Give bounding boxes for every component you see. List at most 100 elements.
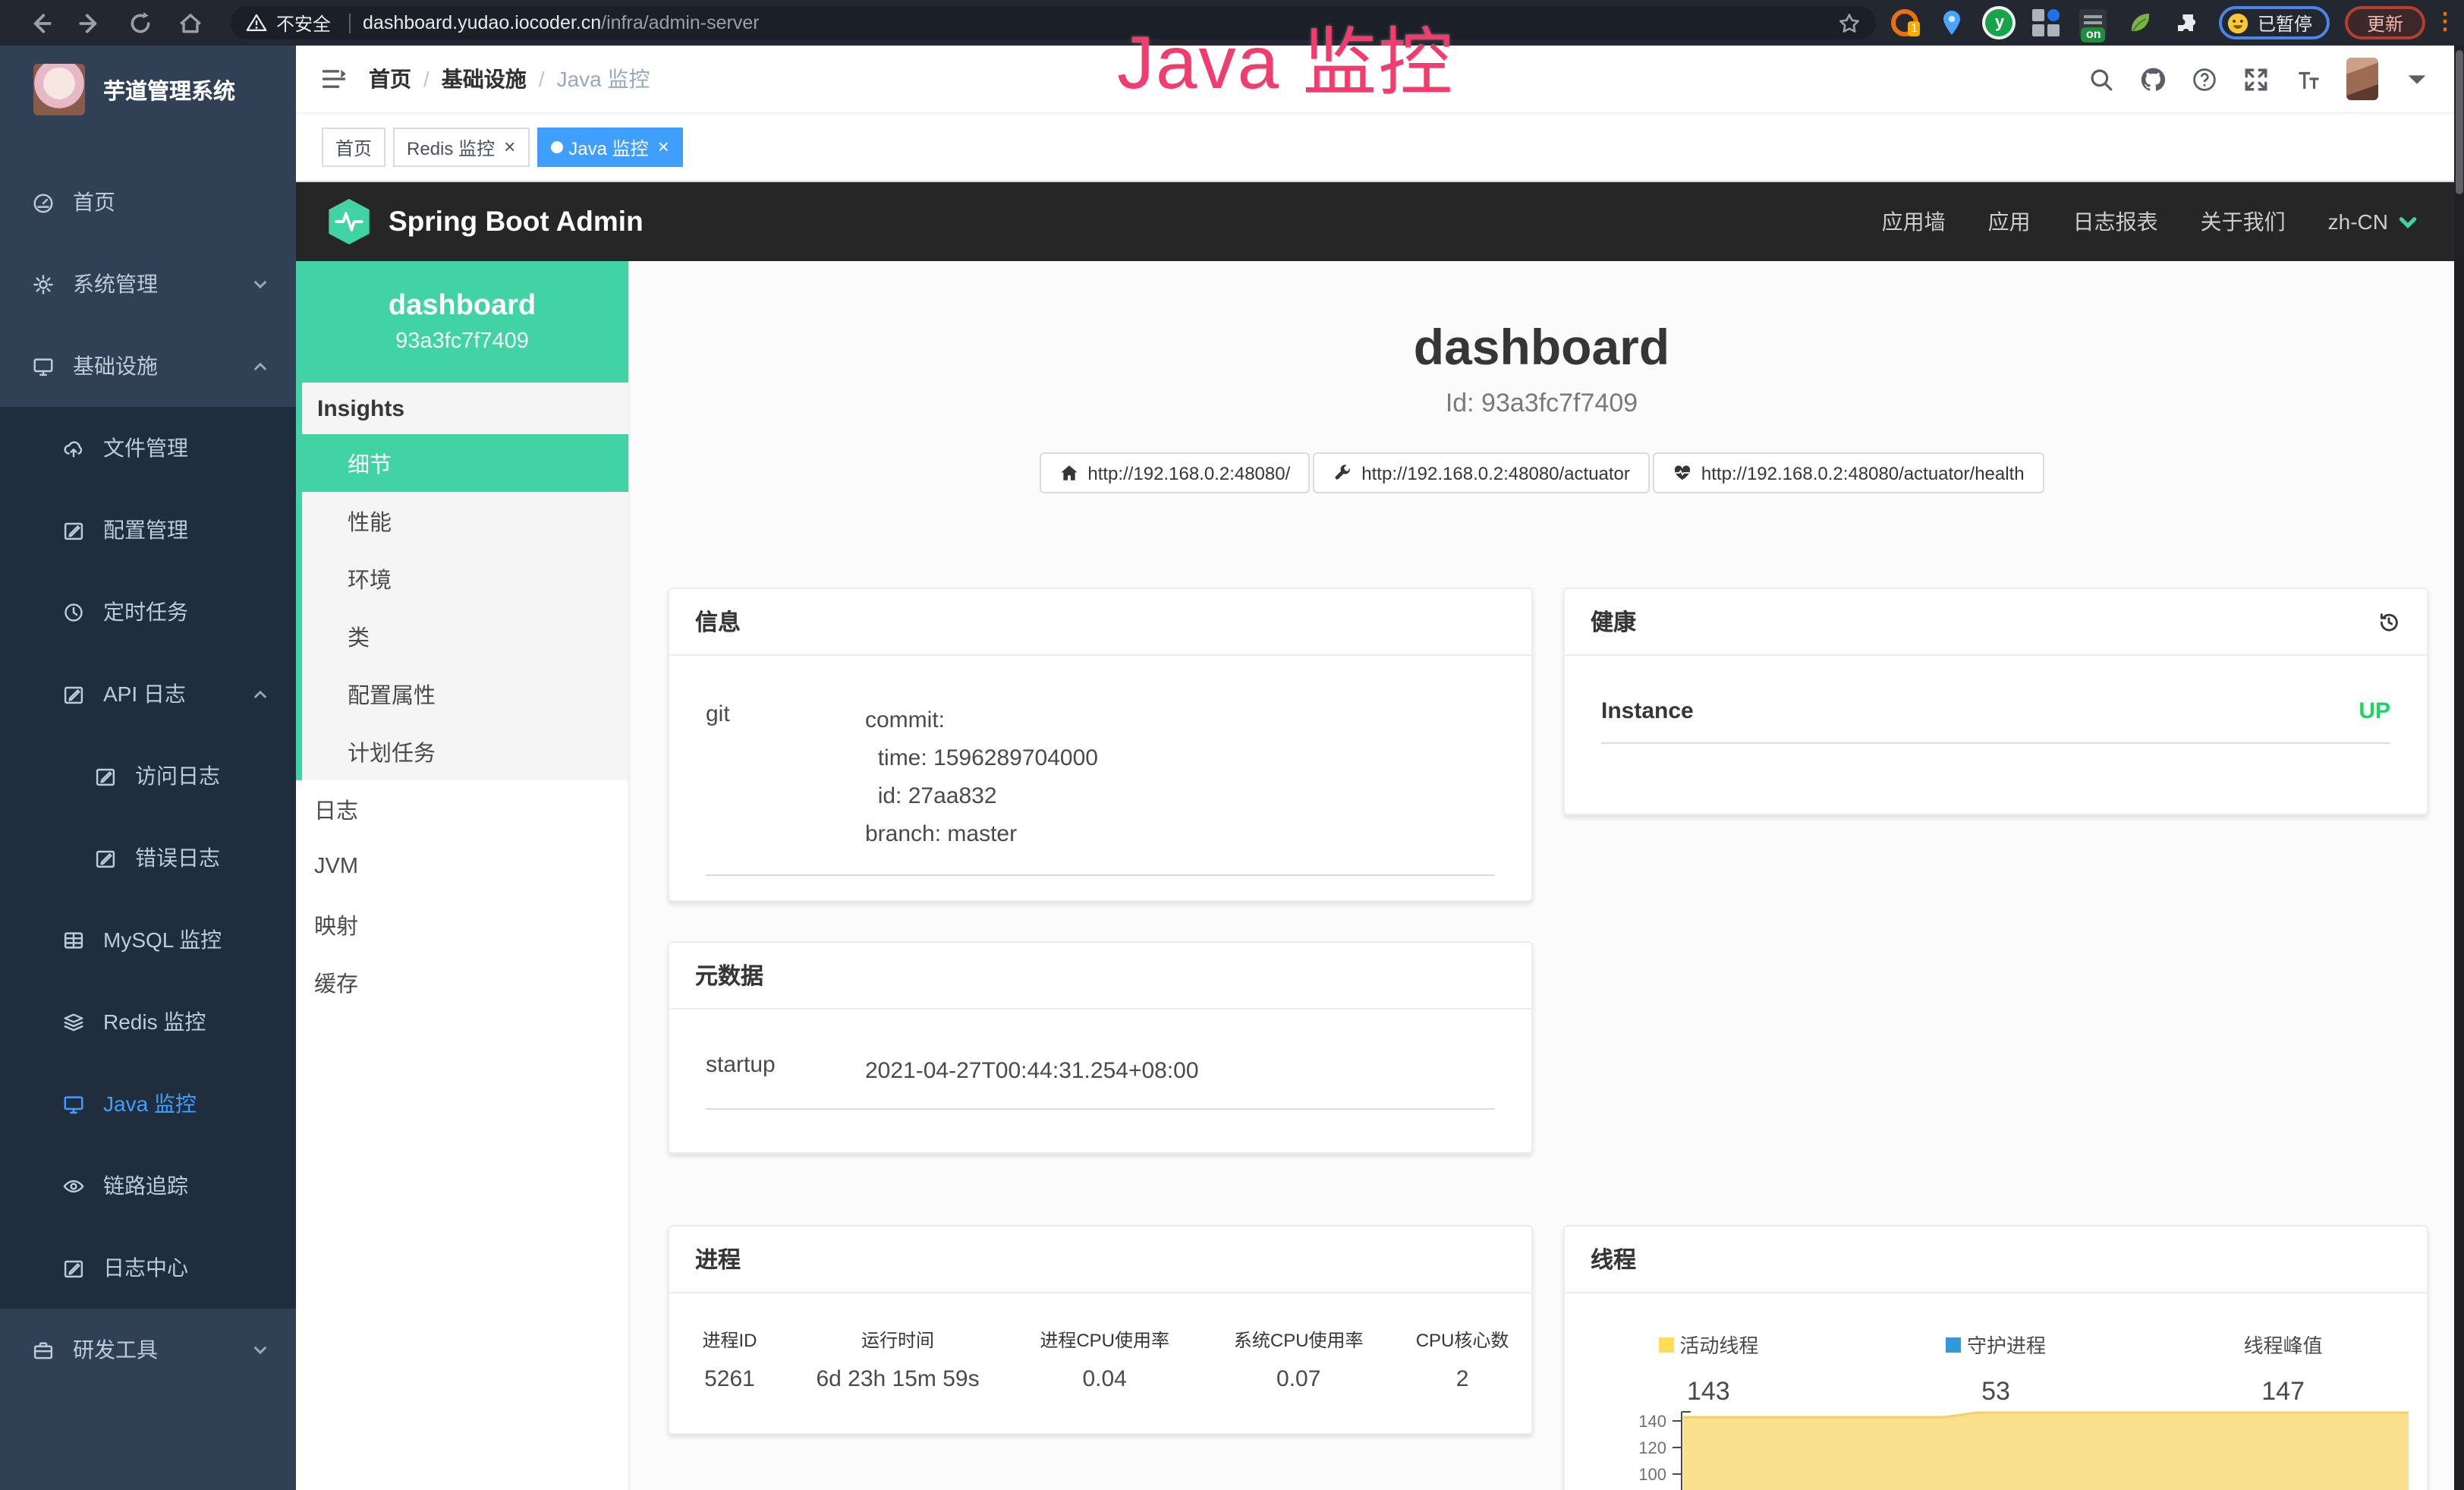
process-col-value: 2 (1393, 1366, 1531, 1392)
pin-extension-icon[interactable] (1939, 9, 1966, 36)
instance-link-homepage[interactable]: http://192.168.0.2:48080/ (1039, 452, 1310, 493)
font-size-icon[interactable] (2294, 66, 2320, 92)
sidebar-item-label: 配置管理 (103, 515, 188, 545)
health-card-header: 健康 (1565, 589, 2427, 656)
url-bar[interactable]: 不安全 dashboard.yudao.iocoder.cn/infra/adm… (231, 6, 1877, 39)
sba-sidebar-item-classes[interactable]: 类 (302, 607, 628, 665)
link-label: http://192.168.0.2:48080/actuator/health (1701, 462, 2025, 484)
sba-sidebar-item-scheduled-tasks[interactable]: 计划任务 (302, 723, 628, 780)
adblock-extension-icon[interactable]: 1 (1892, 9, 1919, 36)
sidebar-item-access-logs[interactable]: 访问日志 (0, 735, 296, 817)
sidebar-item-home[interactable]: 首页 (0, 161, 296, 243)
threads-legend: 活动线程守护进程线程峰值 (1565, 1330, 2427, 1359)
tab-home[interactable]: 首页 (322, 128, 385, 167)
git-value: commit: time: 1596289704000 id: 27aa832b… (865, 701, 1495, 853)
sidebar-item-label: 研发工具 (73, 1334, 158, 1365)
browser-home-icon[interactable] (178, 10, 203, 36)
sidebar-item-system-management[interactable]: 系统管理 (0, 243, 296, 325)
sidebar-item-infrastructure[interactable]: 基础设施 (0, 325, 296, 407)
update-button[interactable]: 更新 (2346, 6, 2425, 39)
tab-label: Redis 监控 (407, 134, 495, 160)
chevron-down-icon (252, 1341, 269, 1358)
sidebar-item-redis-monitor[interactable]: Redis 监控 (0, 981, 296, 1063)
sidebar-item-error-logs[interactable]: 错误日志 (0, 817, 296, 899)
legend-item-1: 守护进程 (1852, 1330, 2140, 1359)
sba-nav-about[interactable]: 关于我们 (2179, 206, 2307, 237)
sidebar-item-log-center[interactable]: 日志中心 (0, 1227, 296, 1309)
sba-sidebar-item-mappings[interactable]: 映射 (296, 896, 628, 953)
sba-nav: 应用墙应用日志报表关于我们 (1861, 206, 2307, 237)
sidebar-item-trace[interactable]: 链路追踪 (0, 1145, 296, 1227)
edit-icon (62, 518, 85, 541)
switch-extension-icon[interactable]: on (2080, 9, 2107, 36)
instance-link-health[interactable]: http://192.168.0.2:48080/actuator/health (1653, 452, 2044, 493)
threads-area-chart: 140120100 (1565, 1409, 2428, 1490)
sba-content: dashboard Id: 93a3fc7f7409 http://192.16… (630, 261, 2453, 1490)
breadcrumb-item[interactable]: 首页 (369, 64, 411, 94)
instance-links: http://192.168.0.2:48080/http://192.168.… (630, 452, 2453, 493)
sba-brand[interactable]: Spring Boot Admin (326, 197, 644, 246)
reload-icon[interactable] (127, 10, 153, 36)
y-extension-icon[interactable]: y (1986, 9, 2013, 36)
sba-nav-wallboard[interactable]: 应用墙 (1861, 206, 1967, 237)
annotation-text: Java 监控 (1117, 3, 1454, 111)
edit-icon (62, 682, 85, 705)
legend-value: 143 (1565, 1377, 1852, 1407)
breadcrumb-item[interactable]: 基础设施 (442, 64, 527, 94)
scrollbar-thumb[interactable] (2455, 50, 2462, 194)
sba-nav-journal[interactable]: 日志报表 (2052, 206, 2179, 237)
legend-label: 守护进程 (1967, 1330, 2046, 1359)
sba-sidebar-item-jvm[interactable]: JVM (296, 838, 628, 896)
history-icon[interactable] (2377, 610, 2401, 634)
page-title: dashboard (630, 319, 2453, 376)
forward-icon[interactable] (77, 10, 103, 36)
help-icon[interactable] (2191, 66, 2217, 92)
extensions-area: 1 y on (1892, 9, 2201, 36)
instance-link-actuator[interactable]: http://192.168.0.2:48080/actuator (1313, 452, 1650, 493)
instance-label: Instance (1601, 698, 1694, 724)
sidebar-item-api-logs[interactable]: API 日志 (0, 653, 296, 735)
leaf-extension-icon[interactable] (2127, 9, 2154, 36)
back-icon[interactable] (27, 10, 53, 36)
sidebar-item-mysql-monitor[interactable]: MySQL 监控 (0, 899, 296, 981)
sba-sidebar-item-loggers[interactable]: 日志 (296, 780, 628, 838)
tab-redis-monitor[interactable]: Redis 监控 × (393, 128, 529, 167)
process-col-value: 6d 23h 15m 59s (790, 1366, 1005, 1392)
sba-sidebar-item-details[interactable]: 细节 (302, 434, 628, 492)
sidebar-item-file-management[interactable]: 文件管理 (0, 407, 296, 489)
hamburger-icon[interactable] (320, 65, 348, 93)
user-avatar[interactable] (2346, 58, 2377, 100)
layers-icon (62, 1010, 85, 1033)
avatar-caret-icon[interactable] (2403, 66, 2429, 92)
git-line: branch: master (865, 815, 1495, 853)
sidebar-item-java-monitor[interactable]: Java 监控 (0, 1063, 296, 1145)
fullscreen-icon[interactable] (2242, 66, 2268, 92)
app-title: 芋道管理系统 (103, 74, 235, 106)
sidebar-item-config-management[interactable]: 配置管理 (0, 489, 296, 571)
close-icon[interactable]: × (658, 138, 669, 156)
grid-extension-icon[interactable] (2033, 9, 2060, 36)
sidebar-item-scheduled-tasks[interactable]: 定时任务 (0, 571, 296, 653)
sba-sidebar-item-config-properties[interactable]: 配置属性 (302, 665, 628, 723)
sba-nav-applications[interactable]: 应用 (1967, 206, 2052, 237)
process-col-value: 0.07 (1204, 1366, 1393, 1392)
paused-label: 已暂停 (2258, 10, 2312, 36)
instance-health-row[interactable]: Instance UP (1601, 698, 2390, 744)
sba-sidebar-item-environment[interactable]: 环境 (302, 550, 628, 607)
locale-select[interactable]: zh-CN (2307, 209, 2423, 234)
close-icon[interactable]: × (504, 138, 515, 156)
paused-profile-chip[interactable]: 已暂停 (2220, 6, 2330, 39)
search-icon[interactable] (2088, 66, 2113, 92)
github-icon[interactable] (2139, 66, 2165, 92)
tab-java-monitor[interactable]: Java 监控× (537, 128, 683, 167)
instance-id: 93a3fc7f7409 (395, 329, 529, 354)
bookmark-star-icon[interactable] (1839, 11, 1861, 34)
browser-menu-icon[interactable]: ⋮ (2434, 15, 2449, 30)
instance-header: dashboard 93a3fc7f7409 (296, 261, 628, 383)
sba-sidebar-item-caches[interactable]: 缓存 (296, 953, 628, 1011)
sba-sidebar-item-metrics[interactable]: 性能 (302, 492, 628, 550)
page-scrollbar[interactable] (2453, 46, 2464, 1490)
puzzle-extensions-icon[interactable] (2174, 9, 2201, 36)
process-col-value: 0.04 (1005, 1366, 1204, 1392)
sidebar-item-dev-tools[interactable]: 研发工具 (0, 1309, 296, 1391)
